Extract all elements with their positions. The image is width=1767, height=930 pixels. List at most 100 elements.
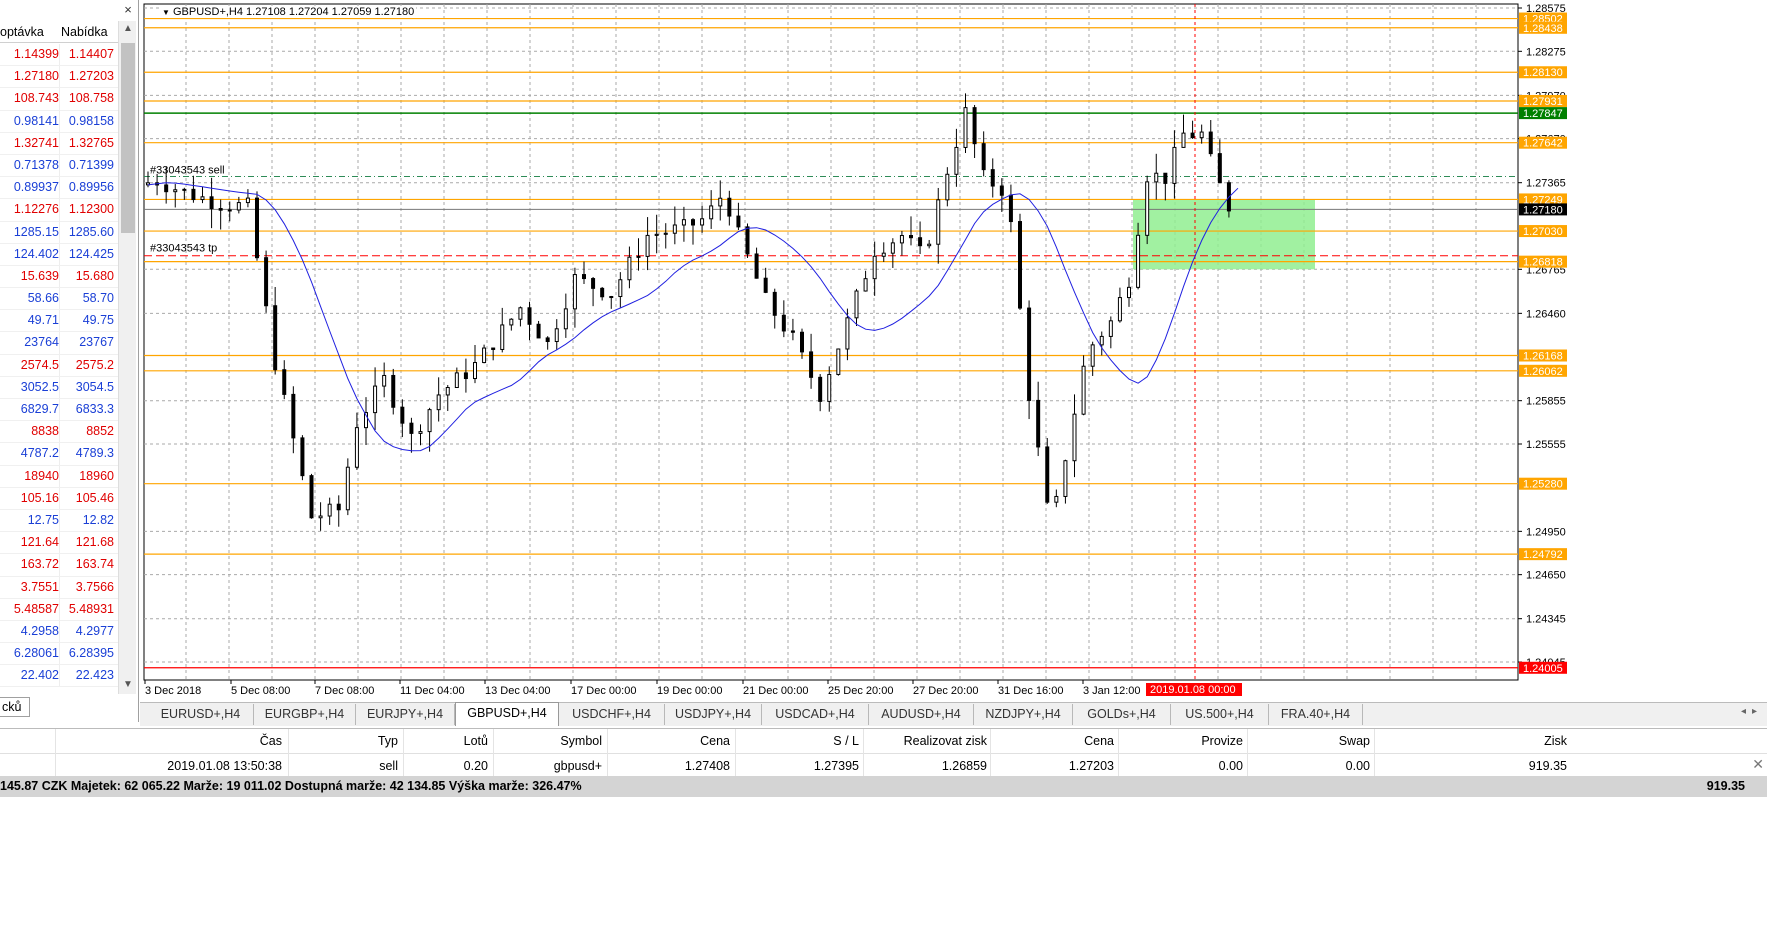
list-item[interactable]: 4787.2 4789.3 — [0, 443, 118, 466]
candle-body — [318, 515, 323, 519]
time-tick-label: 19 Dec 00:00 — [657, 685, 722, 697]
ask-column-header[interactable]: Nabídka — [61, 25, 108, 39]
list-item[interactable]: 0.89937 0.89956 — [0, 177, 118, 200]
list-item[interactable]: 3052.5 3054.5 — [0, 376, 118, 399]
close-order-icon[interactable]: ✕ — [1752, 756, 1764, 773]
tab-usdjpy-h4[interactable]: USDJPY+,H4 — [665, 704, 762, 725]
price-tick-label: 1.25855 — [1526, 396, 1566, 408]
list-item[interactable]: 105.16 105.46 — [0, 487, 118, 510]
list-item[interactable]: 108.743 108.758 — [0, 88, 118, 111]
candle-body — [681, 219, 686, 226]
tab-fra-40-h4[interactable]: FRA.40+,H4 — [1269, 704, 1363, 725]
market-watch-tab[interactable]: cků — [0, 697, 30, 717]
col-cas[interactable]: Čas — [260, 734, 282, 748]
candle-body — [309, 475, 314, 519]
tab-eurjpy-h4[interactable]: EURJPY+,H4 — [356, 704, 455, 725]
ask-price: 15.680 — [75, 268, 114, 283]
col-sl[interactable]: S / L — [833, 734, 859, 748]
candle-body — [700, 218, 705, 226]
tab-nzdjpy-h4[interactable]: NZDJPY+,H4 — [974, 704, 1073, 725]
list-item[interactable]: 2574.5 2575.2 — [0, 354, 118, 377]
chart-tabs: EURUSD+,H4 EURGBP+,H4 EURJPY+,H4 GBPUSD+,H4… — [140, 702, 1767, 726]
col-zisk[interactable]: Zisk — [1544, 734, 1567, 748]
candle-body — [400, 406, 405, 424]
list-item[interactable]: 15.639 15.680 — [0, 265, 118, 289]
col-provize[interactable]: Provize — [1201, 734, 1243, 748]
scroll-up-icon[interactable]: ▲ — [119, 23, 137, 34]
cursor-time-label: 2019.01.08 00:00 — [1150, 684, 1236, 696]
tab-usdchf-h4[interactable]: USDCHF+,H4 — [559, 704, 665, 725]
tab-gbpusd-h4[interactable]: GBPUSD+,H4 — [455, 702, 559, 726]
list-item[interactable]: 4.2958 4.2977 — [0, 620, 118, 644]
scrollbar-thumb[interactable] — [121, 43, 135, 233]
col-lotu[interactable]: Lotů — [464, 734, 488, 748]
ask-price: 108.758 — [68, 91, 114, 106]
list-item[interactable]: 124.402 124.425 — [0, 243, 118, 266]
candle-body — [727, 197, 732, 217]
tab-eurusd-h4[interactable]: EURUSD+,H4 — [148, 704, 254, 725]
list-item[interactable]: 8838 8852 — [0, 421, 118, 444]
candle-body — [872, 255, 877, 280]
list-item[interactable]: 6829.7 6833.3 — [0, 399, 118, 422]
list-item[interactable]: 3.7551 3.7566 — [0, 576, 118, 599]
list-item[interactable]: 18940 18960 — [0, 465, 118, 488]
candle-body — [1063, 460, 1068, 497]
tab-eurgbp-h4[interactable]: EURGBP+,H4 — [254, 704, 356, 725]
tab-golds-h4[interactable]: GOLDs+,H4 — [1073, 704, 1171, 725]
col-tp[interactable]: Realizovat zisk — [904, 734, 987, 748]
table-row[interactable]: 2019.01.08 13:50:38 sell 0.20 gbpusd+ 1.… — [0, 754, 1767, 776]
list-item[interactable]: 1.27180 1.27203 — [0, 66, 118, 89]
list-item[interactable]: 1.12276 1.12300 — [0, 199, 118, 222]
list-item[interactable]: 0.98141 0.98158 — [0, 110, 118, 133]
list-item[interactable]: 1.14399 1.14407 — [0, 44, 118, 67]
bid-price: 58.66 — [27, 291, 59, 306]
list-item[interactable]: 23764 23767 — [0, 332, 118, 355]
candle-body — [473, 362, 477, 380]
market-watch-scrollbar[interactable]: ▲ ▼ — [118, 21, 136, 694]
tab-scroll-icon[interactable]: ◂▸ — [1741, 706, 1763, 717]
list-item[interactable]: 0.71378 0.71399 — [0, 154, 118, 178]
list-item[interactable]: 58.66 58.70 — [0, 288, 118, 311]
candle-body — [745, 226, 750, 255]
list-item[interactable]: 49.71 49.75 — [0, 310, 118, 333]
col-swap[interactable]: Swap — [1339, 734, 1370, 748]
list-item[interactable]: 1.32741 1.32765 — [0, 132, 118, 155]
tab-us-500-h4[interactable]: US.500+,H4 — [1171, 704, 1269, 725]
list-item[interactable]: 12.75 12.82 — [0, 509, 118, 533]
bid-column-header[interactable]: optávka — [0, 25, 44, 39]
list-item[interactable]: 22.402 22.423 — [0, 665, 118, 688]
list-item[interactable]: 1285.15 1285.60 — [0, 221, 118, 244]
chart-canvas[interactable]: #33043543 sell#33043543 tp1.285751.28275… — [140, 0, 1767, 700]
cell-typ: sell — [379, 759, 398, 773]
candle-body — [945, 173, 950, 201]
list-item[interactable]: 6.28061 6.28395 — [0, 643, 118, 666]
price-chart[interactable]: #33043543 sell #33043543 tp 1.28575 1.28275… — [140, 0, 1767, 700]
list-item[interactable]: 163.72 163.74 — [0, 554, 118, 577]
candle-body — [609, 296, 614, 299]
price-level-tag-label: 1.24792 — [1523, 549, 1563, 561]
candle-body — [691, 219, 695, 226]
col-symbol[interactable]: Symbol — [560, 734, 602, 748]
candle-body — [1081, 365, 1086, 415]
candle-body — [718, 197, 723, 207]
col-cena2[interactable]: Cena — [1084, 734, 1114, 748]
candle-body — [582, 274, 586, 280]
tab-audusd-h4[interactable]: AUDUSD+,H4 — [869, 704, 974, 725]
col-cena[interactable]: Cena — [700, 734, 730, 748]
candle-body — [1181, 132, 1186, 148]
list-item[interactable]: 5.48587 5.48931 — [0, 598, 118, 621]
trade-table-header: Čas Typ Lotů Symbol Cena S / L Realizova… — [0, 729, 1767, 754]
scroll-down-icon[interactable]: ▼ — [119, 679, 137, 690]
list-item[interactable]: 121.64 121.68 — [0, 532, 118, 555]
candle-body — [1163, 172, 1168, 184]
bid-price: 1.12276 — [13, 202, 59, 217]
candle-body — [218, 208, 223, 211]
tab-usdcad-h4[interactable]: USDCAD+,H4 — [762, 704, 869, 725]
candle-body — [236, 202, 241, 211]
candle-body — [1036, 399, 1041, 448]
col-typ[interactable]: Typ — [378, 734, 398, 748]
candle-body — [672, 224, 677, 234]
cell-cas: 2019.01.08 13:50:38 — [167, 759, 282, 773]
bid-price: 121.64 — [20, 535, 59, 550]
close-icon[interactable]: × — [121, 3, 135, 17]
